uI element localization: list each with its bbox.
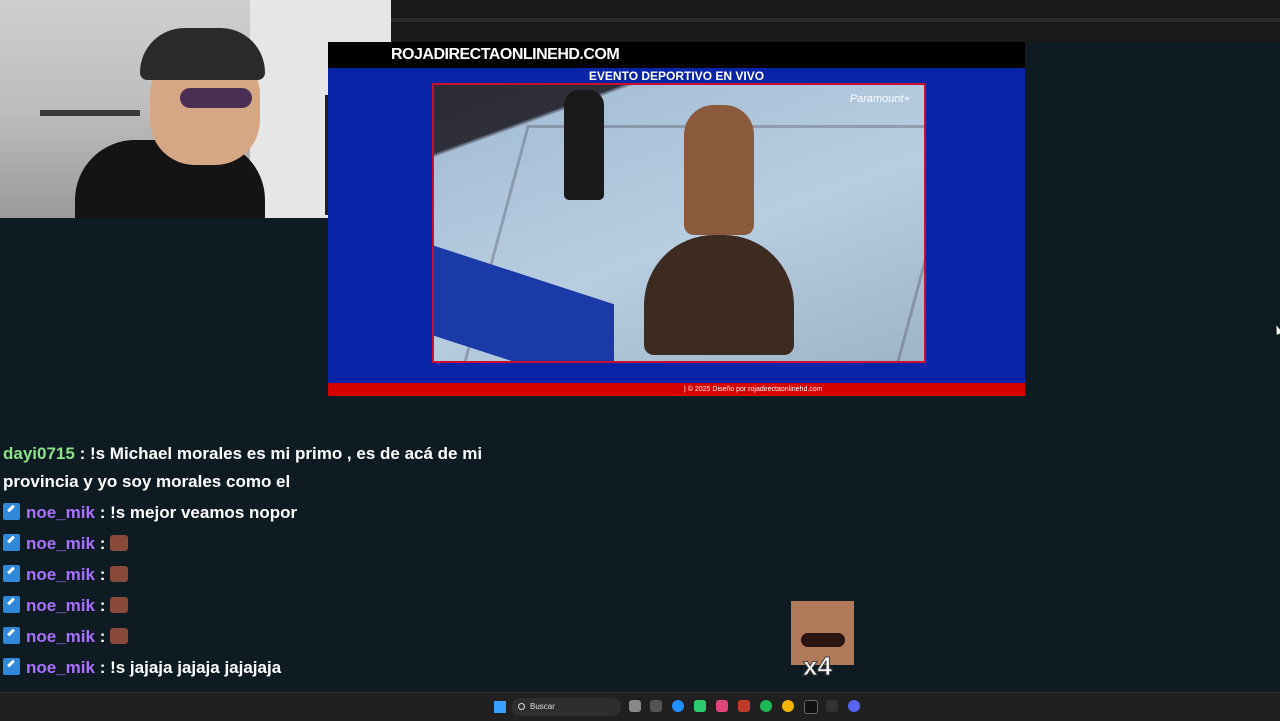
chat-overlay: dayi0715 : !s Michael morales es mi prim… — [3, 440, 483, 685]
app-icon[interactable] — [650, 700, 662, 712]
moderator-badge-icon — [3, 627, 20, 644]
chat-username[interactable]: noe_mik — [26, 503, 95, 522]
laughing-emote-icon — [110, 597, 129, 613]
search-icon — [518, 703, 525, 710]
chat-message: dayi0715 : !s Michael morales es mi prim… — [3, 444, 483, 491]
laughing-emote-icon — [110, 566, 129, 582]
kick-icon[interactable] — [694, 700, 706, 712]
windows-taskbar: Buscar — [0, 692, 1280, 721]
emote-combo-count: x4 — [803, 651, 833, 682]
chat-text: !s jajaja jajaja jajajaja — [110, 658, 282, 677]
video-player[interactable]: Paramount+ — [432, 83, 926, 363]
moderator-badge-icon — [3, 596, 20, 613]
tiktok-icon[interactable] — [804, 700, 818, 714]
site-footer: | © 2025 Diseño por rojadirectaonlinehd.… — [328, 383, 1025, 396]
laughing-emote-icon — [110, 535, 129, 551]
chat-username[interactable]: noe_mik — [26, 627, 95, 646]
chat-username[interactable]: noe_mik — [26, 565, 95, 584]
broadcaster-watermark: Paramount+ — [849, 93, 910, 105]
chat-text: !s mejor veamos nopor — [110, 503, 298, 522]
discord-icon[interactable] — [848, 700, 860, 712]
moderator-badge-icon — [3, 565, 20, 582]
chrome-icon[interactable] — [782, 700, 794, 712]
moderator-badge-icon — [3, 534, 20, 551]
emote-combo-overlay: x4 — [791, 601, 854, 682]
moderator-badge-icon — [3, 503, 20, 520]
app-icon[interactable] — [826, 700, 838, 712]
spotify-icon[interactable] — [760, 700, 772, 712]
windows-start-icon[interactable] — [494, 701, 506, 713]
chat-message: noe_mik : — [3, 530, 483, 558]
app-icon[interactable] — [738, 700, 750, 712]
edge-icon[interactable] — [672, 700, 684, 712]
moderator-badge-icon — [3, 658, 20, 675]
site-logo[interactable]: ROJADIRECTAONLINEHD.COM — [391, 46, 620, 64]
streaming-website: ROJADIRECTAONLINEHD.COM EVENTO DEPORTIVO… — [328, 42, 1025, 396]
task-view-icon[interactable] — [629, 700, 641, 712]
footer-text: | © 2025 Diseño por rojadirectaonlinehd.… — [684, 386, 823, 393]
chat-username[interactable]: noe_mik — [26, 596, 95, 615]
chat-username[interactable]: noe_mik — [26, 534, 95, 553]
browser-top-bar — [391, 0, 1280, 42]
site-header: ROJADIRECTAONLINEHD.COM — [328, 42, 1025, 68]
mouse-cursor-icon — [1273, 324, 1280, 335]
app-icon[interactable] — [716, 700, 728, 712]
chat-message: noe_mik : — [3, 561, 483, 589]
chat-username[interactable]: dayi0715 — [3, 444, 75, 463]
chat-message: noe_mik : !s jajaja jajaja jajajaja — [3, 654, 483, 682]
event-title: EVENTO DEPORTIVO EN VIVO — [588, 69, 765, 83]
taskbar-search[interactable]: Buscar — [511, 698, 621, 716]
laughing-emote-icon — [110, 628, 129, 644]
chat-message: noe_mik : — [3, 623, 483, 651]
chat-message: noe_mik : — [3, 592, 483, 620]
chat-message: noe_mik : !s mejor veamos nopor — [3, 499, 483, 527]
chat-username[interactable]: noe_mik — [26, 658, 95, 677]
search-placeholder: Buscar — [530, 702, 555, 711]
